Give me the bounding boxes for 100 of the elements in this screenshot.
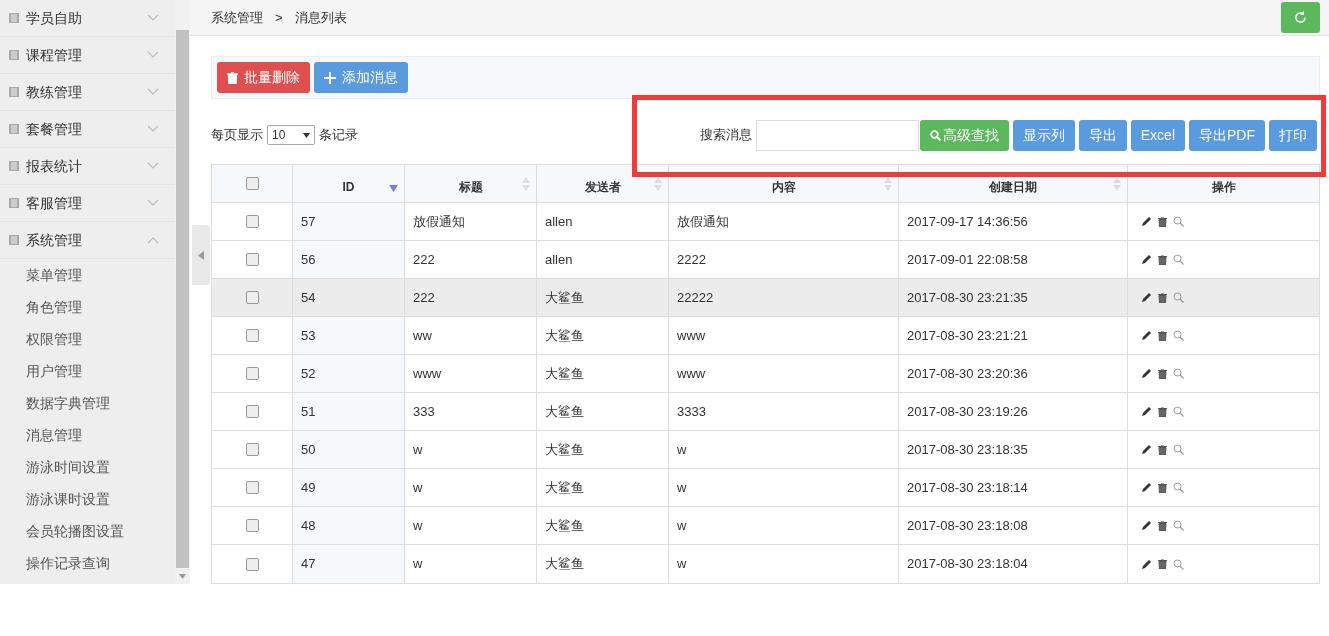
table-row[interactable]: 50 w 大鲨鱼 w 2017-08-30 23:18:35 (212, 431, 1319, 469)
view-search-icon[interactable] (1173, 406, 1184, 417)
submenu-item[interactable]: 菜单管理 (0, 259, 175, 291)
scroll-down-icon (179, 574, 186, 579)
page-size-select[interactable]: 10 (267, 125, 315, 145)
collapse-arrow-icon (198, 250, 204, 260)
delete-trash-icon[interactable] (1158, 559, 1167, 569)
batch-delete-button[interactable]: 批量删除 (217, 62, 310, 93)
row-checkbox[interactable] (245, 519, 259, 532)
row-checkbox[interactable] (245, 481, 259, 494)
row-checkbox[interactable] (245, 253, 259, 266)
row-checkbox[interactable] (245, 405, 259, 418)
edit-pencil-icon[interactable] (1141, 520, 1152, 531)
row-checkbox[interactable] (245, 291, 259, 304)
scrollbar-thumb[interactable] (176, 30, 189, 568)
breadcrumb-item[interactable]: 系统管理 (211, 7, 263, 28)
trash-icon (227, 71, 238, 84)
submenu-item[interactable]: 游泳时间设置 (0, 451, 175, 483)
edit-pencil-icon[interactable] (1141, 254, 1152, 265)
collapse-handle[interactable] (192, 225, 210, 285)
column-header[interactable]: 内容 (771, 180, 796, 193)
dropdown-caret-icon (303, 132, 310, 138)
table-cell-text: www (677, 326, 706, 345)
table-cell-text: 49 (301, 478, 316, 497)
edit-pencil-icon[interactable] (1141, 368, 1152, 379)
table-row[interactable]: 51 333 大鲨鱼 3333 2017-08-30 23:19:26 (212, 393, 1319, 431)
row-checkbox[interactable] (245, 177, 259, 190)
table-row[interactable]: 52 www 大鲨鱼 www 2017-08-30 23:20:36 (212, 355, 1319, 393)
search-field[interactable] (755, 119, 919, 151)
edit-pencil-icon[interactable] (1141, 558, 1152, 570)
view-search-icon[interactable] (1173, 330, 1184, 341)
table-row[interactable]: 54 222 大鲨鱼 22222 2017-08-30 23:21:35 (212, 279, 1319, 317)
view-search-icon[interactable] (1173, 254, 1184, 265)
submenu-item[interactable]: 权限管理 (0, 323, 175, 355)
table-cell-text: 2222 (677, 250, 706, 269)
submenu-item[interactable]: 消息管理 (0, 419, 175, 451)
edit-pencil-icon[interactable] (1141, 482, 1152, 493)
edit-pencil-icon[interactable] (1141, 444, 1152, 455)
submenu-item[interactable]: 角色管理 (0, 291, 175, 323)
column-header[interactable]: 发送者 (584, 180, 621, 193)
table-cell-text: 放假通知 (677, 212, 729, 231)
table-cell-text: 51 (301, 402, 316, 421)
submenu-item[interactable]: 操作记录查询 (0, 547, 175, 579)
edit-pencil-icon[interactable] (1141, 292, 1152, 303)
table-cell-text: www (413, 364, 442, 383)
submenu-item[interactable]: 游泳课时设置 (0, 483, 175, 515)
delete-trash-icon[interactable] (1158, 520, 1167, 531)
chevron-up-icon (147, 236, 159, 244)
refresh-button[interactable] (1281, 2, 1320, 33)
edit-pencil-icon[interactable] (1141, 406, 1152, 417)
column-header[interactable]: 操作 (1211, 180, 1236, 193)
view-search-icon[interactable] (1173, 444, 1184, 455)
delete-trash-icon[interactable] (1158, 330, 1167, 341)
column-header[interactable]: ID (342, 180, 355, 193)
row-checkbox[interactable] (245, 215, 259, 228)
submenu-item[interactable]: 用户管理 (0, 355, 175, 387)
table-cell-text: 大鲨鱼 (545, 440, 584, 459)
table-row[interactable]: 49 w 大鲨鱼 w 2017-08-30 23:18:14 (212, 469, 1319, 507)
row-checkbox[interactable] (245, 557, 259, 571)
column-header[interactable]: 标题 (458, 180, 483, 193)
chevron-down-icon (147, 88, 159, 96)
table-row[interactable]: 56 222 allen 2222 2017-09-01 22:08:58 (212, 241, 1319, 279)
table-cell-text: 57 (301, 212, 316, 231)
view-search-icon[interactable] (1173, 216, 1184, 227)
delete-trash-icon[interactable] (1158, 254, 1167, 265)
submenu-item[interactable]: 数据字典管理 (0, 387, 175, 419)
view-search-icon[interactable] (1173, 482, 1184, 493)
table-row[interactable]: 57 放假通知 allen 放假通知 2017-09-17 14:36:56 (212, 203, 1319, 241)
table-cell-text: 222 (413, 250, 435, 269)
breadcrumb-item: 消息列表 (294, 8, 347, 27)
edit-pencil-icon[interactable] (1141, 216, 1152, 227)
book-icon (8, 123, 20, 135)
submenu-item[interactable]: 会员轮播图设置 (0, 515, 175, 547)
book-icon (8, 49, 20, 61)
column-header[interactable]: 创建日期 (989, 180, 1037, 193)
table-row[interactable]: 48 w 大鲨鱼 w 2017-08-30 23:18:08 (212, 507, 1319, 545)
view-search-icon[interactable] (1173, 368, 1184, 379)
delete-trash-icon[interactable] (1158, 444, 1167, 455)
table-cell-text: 52 (301, 364, 316, 383)
table-cell-text: 48 (301, 516, 316, 535)
table-cell-text: allen (545, 250, 573, 269)
delete-trash-icon[interactable] (1158, 368, 1167, 379)
delete-trash-icon[interactable] (1158, 482, 1167, 493)
row-checkbox[interactable] (245, 329, 259, 342)
row-checkbox[interactable] (245, 443, 259, 456)
table-cell-text: 大鲨鱼 (545, 364, 584, 383)
table-cell-text: ww (413, 326, 432, 345)
delete-trash-icon[interactable] (1158, 292, 1167, 303)
edit-pencil-icon[interactable] (1141, 330, 1152, 341)
row-checkbox[interactable] (245, 367, 259, 380)
table-cell-text: 333 (413, 402, 435, 421)
table-row[interactable]: 53 ww 大鲨鱼 www 2017-08-30 23:21:21 (212, 317, 1319, 355)
view-search-icon[interactable] (1173, 292, 1184, 303)
view-search-icon[interactable] (1173, 520, 1184, 531)
view-search-icon[interactable] (1173, 558, 1184, 570)
delete-trash-icon[interactable] (1158, 216, 1167, 227)
table-cell-text: 2017-09-01 22:08:58 (907, 250, 1028, 269)
delete-trash-icon[interactable] (1158, 406, 1167, 417)
table-cell-text: 54 (301, 288, 316, 307)
refresh-icon (1294, 11, 1307, 24)
